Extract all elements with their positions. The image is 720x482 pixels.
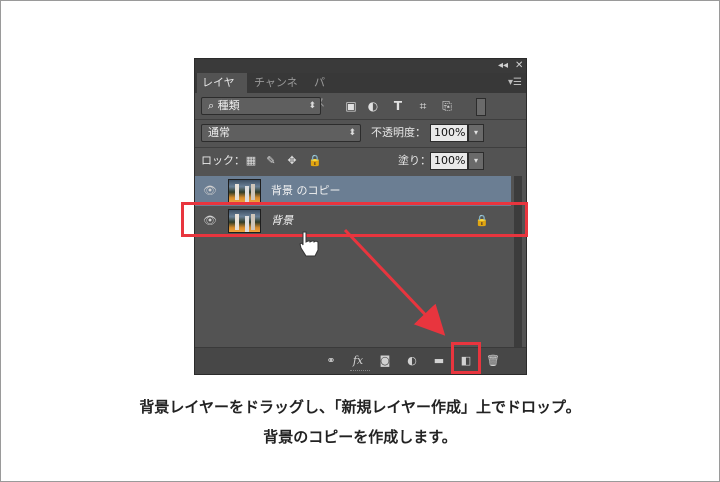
blend-row: 通常 ⬍ 不透明度： 100% ▾	[195, 122, 526, 144]
shape-filter-icon[interactable]: ⌗	[416, 99, 430, 113]
fx-icon[interactable]: fx	[350, 353, 366, 369]
caption-line-2: 背景のコピーを作成します。	[263, 428, 457, 446]
image-filter-icon[interactable]: ▣	[344, 99, 358, 113]
updown-icon: ⬍	[308, 101, 316, 111]
lock-transparent-icon[interactable]: ▦	[245, 152, 257, 170]
folder-icon[interactable]: ▬	[431, 353, 447, 369]
search-icon: ⌕	[208, 99, 215, 112]
fill-dropdown-button[interactable]: ▾	[468, 152, 484, 170]
link-icon[interactable]: ⚭	[323, 353, 339, 369]
lock-all-icon[interactable]: 🔒	[308, 152, 322, 170]
lock-label: ロック：	[201, 154, 245, 167]
trash-icon[interactable]: 🗑	[485, 353, 501, 369]
divider	[195, 119, 526, 120]
panel-menu-icon[interactable]: ▾☰	[508, 73, 522, 93]
resize-grip[interactable]	[350, 370, 370, 374]
mask-icon[interactable]: ◙	[377, 353, 393, 369]
filter-row: ⌕ 種類 ⬍ ▣ ◐ T ⌗ ⎘	[195, 95, 526, 117]
fill-field[interactable]: 100%	[430, 152, 468, 170]
divider	[195, 147, 526, 148]
background-layer-highlight	[181, 202, 528, 237]
caption-line-1: 背景レイヤーをドラッグし、「新規レイヤー作成」上でドロップ。	[139, 398, 581, 416]
text-filter-icon[interactable]: T	[391, 99, 405, 113]
blend-mode-label: 通常	[208, 126, 230, 139]
layer-thumbnail	[228, 179, 261, 203]
filter-kind-select[interactable]: ⌕ 種類 ⬍	[201, 97, 321, 115]
blend-mode-select[interactable]: 通常 ⬍	[201, 124, 361, 142]
smart-object-filter-icon[interactable]: ⎘	[440, 99, 454, 113]
opacity-field[interactable]: 100%	[430, 124, 468, 142]
close-icon[interactable]: ✕	[515, 59, 523, 73]
eye-icon[interactable]: 👁	[203, 184, 217, 198]
tab-layers[interactable]: レイヤー	[197, 73, 247, 109]
tab-channels[interactable]: チャンネル	[249, 73, 307, 109]
opacity-dropdown-button[interactable]: ▾	[468, 124, 484, 142]
filter-kind-label: 種類	[217, 99, 240, 112]
collapse-icon[interactable]: ◂◂	[498, 59, 508, 73]
panel-top-strip: ◂◂ ✕	[195, 59, 526, 73]
tab-paths[interactable]: パス	[309, 73, 337, 109]
lock-paint-icon[interactable]: ✎	[265, 152, 277, 170]
hand-cursor-icon	[299, 231, 319, 257]
opacity-label: 不透明度：	[371, 126, 426, 139]
lock-position-icon[interactable]: ✥	[286, 152, 298, 170]
updown-icon: ⬍	[348, 128, 356, 138]
lock-row: ロック： ▦ ✎ ✥ 🔒 塗り： 100% ▾	[195, 150, 526, 172]
new-layer-button-highlight	[451, 342, 481, 374]
panel-tabs: レイヤー チャンネル パス ▾☰	[195, 73, 526, 109]
fill-label: 塗り：	[398, 154, 431, 167]
filter-toggle-icon[interactable]	[476, 98, 486, 116]
adjustment-icon[interactable]: ◐	[404, 353, 420, 369]
adjustment-filter-icon[interactable]: ◐	[366, 99, 380, 113]
